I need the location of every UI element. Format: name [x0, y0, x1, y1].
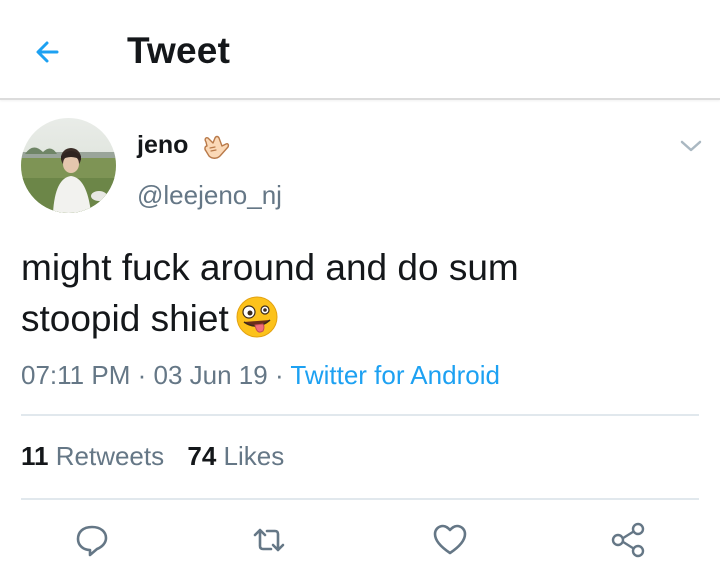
reply-button[interactable] [72, 520, 112, 560]
back-button[interactable] [30, 32, 70, 72]
retweet-button[interactable] [249, 520, 289, 560]
separator-dot-2: · [274, 360, 284, 390]
likes-count: 74 [187, 441, 217, 471]
tweet-date[interactable]: 03 Jun 19 [154, 360, 268, 390]
avatar[interactable] [21, 118, 116, 213]
like-button[interactable] [430, 520, 470, 560]
tweet-text-line: stoopid shiet [21, 298, 229, 339]
author-display-name[interactable]: jeno [137, 131, 188, 160]
divider [21, 414, 699, 416]
retweets-label: Retweets [55, 441, 165, 471]
tweet-stats: 11 Retweets 74 Likes [21, 441, 284, 472]
heart-icon [433, 524, 467, 555]
page-title: Tweet [127, 30, 231, 71]
chevron-down-icon[interactable] [677, 136, 705, 156]
tweet-text: might fuck around and do sum stoopid shi… [21, 242, 701, 344]
retweets-count: 11 [21, 441, 49, 471]
zany-face-emoji [236, 296, 278, 338]
call-me-hand-emoji [204, 135, 230, 159]
tweet-text-line-2: stoopid shiet [21, 293, 701, 344]
tweet-meta: 07:11 PM · 03 Jun 19 · Twitter for Andro… [21, 360, 500, 391]
retweets-stat[interactable]: 11 Retweets [21, 441, 171, 471]
tweet-text-line: might fuck around and do sum [21, 247, 519, 288]
share-button[interactable] [608, 520, 648, 560]
retweet-icon [253, 528, 285, 552]
author-handle[interactable]: @leejeno_nj [137, 180, 282, 211]
likes-stat[interactable]: 74 Likes [187, 441, 284, 471]
divider [21, 498, 699, 500]
reply-icon [76, 525, 108, 557]
share-icon [611, 522, 645, 558]
likes-label: Likes [223, 441, 285, 471]
separator-dot: · [137, 360, 147, 390]
tweet-source-link[interactable]: Twitter for Android [290, 360, 500, 390]
arrow-left-icon [36, 41, 59, 63]
tweet-time[interactable]: 07:11 PM [21, 360, 130, 390]
top-bar: Tweet [0, 0, 720, 100]
